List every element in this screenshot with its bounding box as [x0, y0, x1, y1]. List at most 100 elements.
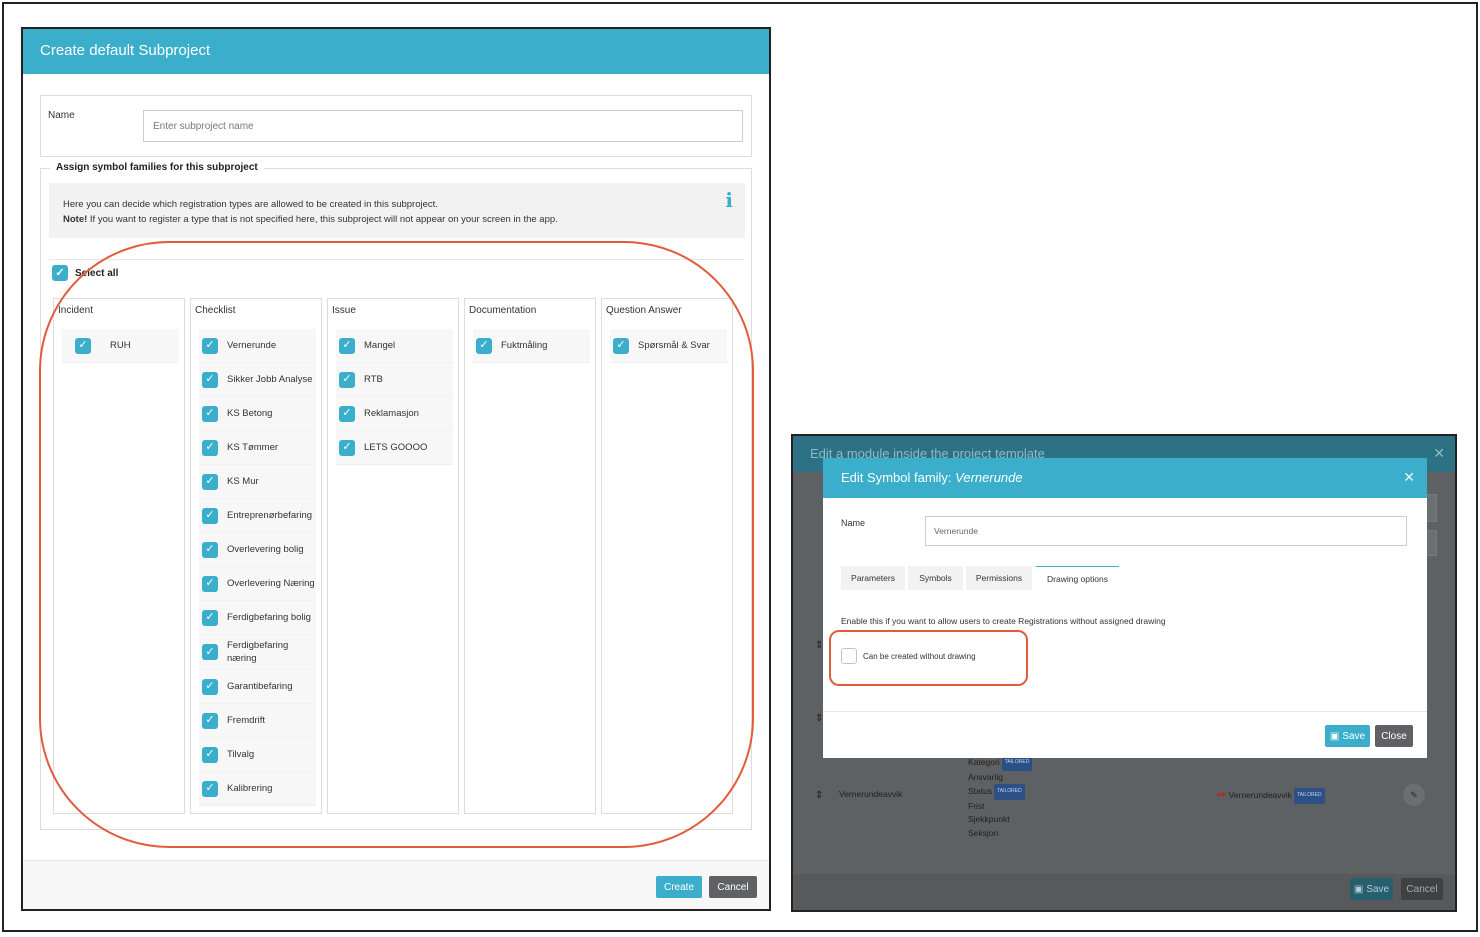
tab-drawing-options[interactable]: Drawing options: [1036, 566, 1119, 590]
column-documentation: Documentation ✓ Fuktmåling: [464, 298, 596, 814]
symbol-family-label: Mangel: [364, 340, 396, 351]
info-note-text: If you want to register a type that is n…: [87, 214, 558, 225]
field-name: Sjekkpunkt: [968, 814, 1010, 824]
symbol-family-label: Overlevering Næring: [227, 578, 315, 589]
info-note: Note!: [63, 214, 88, 225]
symbol-family-checkbox[interactable]: ✓ LETS GOOOO: [336, 431, 453, 465]
symbol-family-name-input[interactable]: Vernerunde: [925, 516, 1407, 546]
column-question-answer: Question Answer ✓ Spørsmål & Svar: [601, 298, 733, 814]
check-icon: ✓: [202, 473, 218, 490]
column-incident: Incident ✓ RUH: [53, 298, 185, 814]
column-items: ✓ Mangel ✓ RTB ✓ Reklamasjon ✓ LETS GOOOO: [328, 329, 458, 465]
close-icon[interactable]: ✕: [1403, 469, 1415, 486]
check-icon: ✓: [476, 337, 492, 354]
modal-save-button[interactable]: ▣ Save: [1325, 725, 1370, 747]
background-save-label: Save: [1366, 883, 1390, 895]
without-drawing-checkbox[interactable]: Can be created without drawing: [841, 648, 976, 664]
background-cancel-button[interactable]: Cancel: [1401, 878, 1443, 900]
symbol-family-checkbox[interactable]: ✓ Fremdrift: [199, 704, 316, 738]
modal-close-button[interactable]: Close: [1375, 725, 1413, 747]
symbol-family-checkbox[interactable]: ✓ Kalibrering: [199, 772, 316, 806]
symbol-family-checkbox[interactable]: ✓ Fuktmåling: [473, 329, 590, 363]
symbol-family-checkbox[interactable]: ✓ Overlevering bolig: [199, 533, 316, 567]
symbol-family-label: LETS GOOOO: [364, 442, 428, 453]
symbol-family-checkbox[interactable]: ✓ KS Betong: [199, 397, 316, 431]
info-line-1: Here you can decide which registration t…: [63, 199, 438, 210]
check-icon: ✓: [339, 405, 355, 422]
symbol-family-checkbox[interactable]: ✓ Garantibefaring: [199, 670, 316, 704]
select-all-label: Select all: [75, 267, 119, 279]
sort-handle-icon[interactable]: ⇕: [815, 789, 823, 803]
name-section: Name Enter subproject name: [40, 95, 752, 157]
check-icon: ✓: [202, 746, 218, 763]
check-icon: ✓: [202, 780, 218, 797]
column-title: Question Answer: [606, 305, 682, 316]
symbol-family-label: Vernerunde: [227, 340, 277, 351]
check-icon: ✓: [75, 337, 91, 354]
symbol-family-checkbox[interactable]: ✓ Mangel: [336, 329, 453, 363]
check-icon: ✓: [202, 337, 218, 354]
symbol-family-label: RUH: [110, 340, 131, 351]
tab-symbols[interactable]: Symbols: [908, 566, 963, 590]
name-label: Name: [841, 518, 866, 528]
check-icon: ✓: [202, 439, 218, 456]
select-all-checkbox[interactable]: ✓ Select all: [52, 265, 118, 281]
background-save-button[interactable]: ▣ Save: [1350, 878, 1393, 900]
column-issue: Issue ✓ Mangel ✓ RTB ✓ Reklamasjon ✓ LETS GOOOO: [327, 298, 459, 814]
check-icon: ✓: [202, 371, 218, 388]
symbol-family-checkbox[interactable]: ✓ Entreprenørbefaring: [199, 499, 316, 533]
symbol-family-checkbox[interactable]: ✓ Overlevering Næring: [199, 567, 316, 601]
symbol-family-checkbox[interactable]: ✓ RTB: [336, 363, 453, 397]
symbol-family-checkbox[interactable]: ✓ Tilvalg: [199, 738, 316, 772]
field-name: Status: [968, 786, 993, 796]
field-name: Kategori: [968, 757, 1000, 767]
drawing-option-description: Enable this if you want to allow users t…: [841, 616, 1166, 626]
symbol-family-checkbox[interactable]: ✓ RUH: [62, 329, 179, 363]
subproject-name-input[interactable]: Enter subproject name: [143, 110, 743, 142]
modal-save-label: Save: [1342, 730, 1366, 742]
symbol-family-label: RTB: [364, 374, 383, 385]
check-icon: ✓: [339, 371, 355, 388]
create-subproject-dialog: Create default Subproject Name Enter sub…: [21, 27, 771, 911]
symbol-family-label: Reklamasjon: [364, 408, 419, 419]
field-name: Ansvarlig: [968, 771, 1003, 782]
symbol-family-label: Ferdigbefaring bolig: [227, 612, 311, 623]
edit-pencil-icon[interactable]: ✎: [1403, 784, 1425, 806]
symbol-family-checkbox[interactable]: ✓ Ferdigbefaring bolig: [199, 601, 316, 635]
tab-parameters[interactable]: Parameters: [841, 566, 905, 590]
check-icon: ✓: [202, 712, 218, 729]
symbol-family-label: KS Mur: [227, 476, 259, 487]
symbol-family-label: Fremdrift: [227, 715, 265, 726]
symbol-family-checkbox[interactable]: ✓ Ferdigbefaring næring: [199, 635, 316, 670]
check-icon: ✓: [339, 439, 355, 456]
column-title: Issue: [332, 305, 356, 316]
check-icon: ✓: [202, 609, 218, 626]
symbol-family-label: KS Tømmer: [227, 442, 279, 453]
symbol-family-checkbox[interactable]: ✓ Spørsmål & Svar: [610, 329, 727, 363]
symbol-family-checkbox[interactable]: ✓ Sikker Jobb Analyse: [199, 363, 316, 397]
symbol-family-label: Kalibrering: [227, 783, 273, 794]
symbol-family-label: Overlevering bolig: [227, 544, 304, 555]
cancel-button[interactable]: Cancel: [709, 876, 757, 898]
symbol-family-checkbox[interactable]: ✓ Vernerunde: [199, 329, 316, 363]
symbol-family-checkbox[interactable]: ✓ Reklamasjon: [336, 397, 453, 431]
check-icon: ✓: [202, 541, 218, 558]
symbol-family-checkbox[interactable]: ✓ KS Mur: [199, 465, 316, 499]
save-icon: ▣: [1353, 883, 1364, 895]
close-icon[interactable]: ✕: [1433, 445, 1445, 462]
without-drawing-label: Can be created without drawing: [863, 651, 976, 661]
symbol-family-label: KS Betong: [227, 408, 273, 419]
assign-legend: Assign symbol families for this subproje…: [50, 162, 264, 173]
column-items: ✓ Vernerunde ✓ Sikker Jobb Analyse ✓ KS Beton…: [191, 329, 321, 806]
symbol-family-label: Spørsmål & Svar: [638, 340, 710, 351]
name-label: Name: [48, 110, 75, 121]
arrow-right-icon: ➡: [1217, 789, 1227, 801]
info-panel: Here you can decide which registration t…: [49, 183, 745, 238]
column-items: ✓ Fuktmåling: [465, 329, 595, 363]
linked-family: ➡ Vernerundeavvik TAILORED: [1217, 788, 1325, 804]
linked-family-name: Vernerundeavvik: [1228, 790, 1292, 800]
tab-permissions[interactable]: Permissions: [966, 566, 1032, 590]
column-title: Documentation: [469, 305, 537, 316]
symbol-family-checkbox[interactable]: ✓ KS Tømmer: [199, 431, 316, 465]
create-button[interactable]: Create: [656, 876, 702, 898]
